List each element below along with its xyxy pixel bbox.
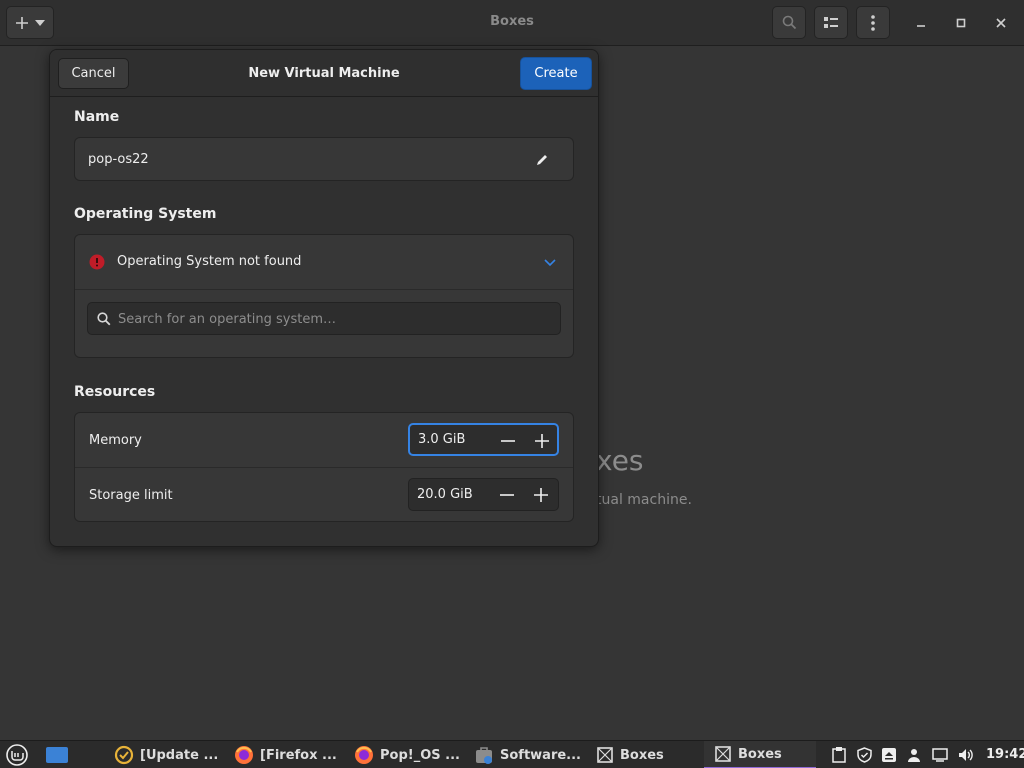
software-manager-icon bbox=[476, 747, 492, 764]
resources-section-label: Resources bbox=[74, 384, 156, 400]
tray-user[interactable] bbox=[905, 746, 923, 764]
eject-icon bbox=[882, 748, 896, 762]
error-icon bbox=[89, 254, 105, 270]
taskbar-item-update[interactable]: [Update ... bbox=[114, 741, 218, 768]
tray-eject[interactable] bbox=[880, 746, 898, 764]
taskbar-item-label: Boxes bbox=[738, 746, 782, 762]
os-status-row[interactable]: Operating System not found bbox=[75, 235, 573, 290]
dialog-header: Cancel New Virtual Machine Create bbox=[50, 50, 598, 97]
view-toggle-button[interactable] bbox=[814, 6, 848, 39]
close-button[interactable] bbox=[990, 12, 1012, 34]
memory-value[interactable]: 3.0 GiB bbox=[418, 432, 465, 447]
taskbar-item-label: Boxes bbox=[620, 747, 664, 763]
start-menu-button[interactable] bbox=[4, 743, 30, 767]
name-section-label: Name bbox=[74, 109, 120, 125]
os-status-text: Operating System not found bbox=[117, 254, 302, 269]
taskbar-item-label: [Update ... bbox=[140, 747, 219, 763]
tray-shield[interactable] bbox=[855, 746, 873, 764]
shield-icon bbox=[856, 747, 872, 763]
maximize-button[interactable] bbox=[950, 12, 972, 34]
storage-value[interactable]: 20.0 GiB bbox=[417, 487, 473, 502]
dialog-title: New Virtual Machine bbox=[248, 66, 400, 81]
storage-row: Storage limit 20.0 GiB bbox=[75, 468, 573, 522]
os-search-input[interactable]: Search for an operating system… bbox=[87, 302, 561, 335]
show-desktop-button[interactable] bbox=[46, 747, 68, 763]
memory-increase-button[interactable] bbox=[528, 429, 556, 453]
plus-icon bbox=[534, 488, 548, 502]
taskbar-item-popos[interactable]: Pop!_OS ... bbox=[354, 741, 460, 768]
mint-logo-icon bbox=[6, 744, 28, 766]
update-manager-icon bbox=[114, 745, 134, 765]
header-bar: Boxes bbox=[0, 0, 1024, 46]
firefox-icon bbox=[355, 746, 373, 764]
search-icon bbox=[782, 15, 796, 30]
resources-card: Memory 3.0 GiB Storage limit 20.0 GiB bbox=[74, 412, 574, 522]
boxes-icon bbox=[715, 746, 731, 762]
os-section-label: Operating System bbox=[74, 206, 217, 222]
memory-spinbutton[interactable]: 3.0 GiB bbox=[408, 423, 559, 456]
network-icon bbox=[932, 748, 948, 762]
empty-state-title: xes bbox=[596, 444, 644, 477]
taskbar-item-firefox[interactable]: [Firefox ... bbox=[234, 741, 337, 768]
new-vm-dialog: Cancel New Virtual Machine Create Name p… bbox=[49, 49, 599, 547]
taskbar-item-software[interactable]: Software... bbox=[474, 741, 581, 768]
minimize-button[interactable] bbox=[910, 12, 932, 34]
minus-icon bbox=[501, 440, 515, 442]
taskbar: [Update ... [Firefox ... Pop!_OS ... Sof… bbox=[0, 740, 1024, 768]
user-icon bbox=[908, 749, 920, 762]
storage-spinbutton[interactable]: 20.0 GiB bbox=[408, 478, 559, 511]
edit-name-button[interactable] bbox=[535, 152, 549, 171]
search-button[interactable] bbox=[772, 6, 806, 39]
memory-label: Memory bbox=[89, 433, 142, 448]
taskbar-item-boxes[interactable]: Boxes bbox=[596, 741, 664, 768]
empty-state-subtitle: tual machine. bbox=[596, 492, 692, 508]
firefox-icon bbox=[235, 746, 253, 764]
os-card: Operating System not found Search for an… bbox=[74, 234, 574, 358]
tray-network[interactable] bbox=[931, 746, 949, 764]
taskbar-item-label: Pop!_OS ... bbox=[380, 747, 460, 763]
chevron-down-icon bbox=[544, 259, 556, 267]
clock[interactable]: 19:42 bbox=[986, 747, 1024, 762]
pencil-icon bbox=[537, 155, 547, 165]
maximize-icon bbox=[956, 18, 966, 28]
os-search-placeholder: Search for an operating system… bbox=[118, 312, 336, 327]
list-view-icon bbox=[824, 16, 838, 28]
tray-volume[interactable] bbox=[957, 746, 975, 764]
volume-icon bbox=[959, 749, 973, 761]
clipboard-icon bbox=[832, 747, 846, 763]
main-menu-button[interactable] bbox=[856, 6, 890, 39]
create-button[interactable]: Create bbox=[520, 57, 592, 90]
name-field[interactable]: pop-os22 bbox=[74, 137, 574, 181]
minimize-icon bbox=[917, 25, 925, 27]
storage-label: Storage limit bbox=[89, 488, 173, 503]
storage-decrease-button[interactable] bbox=[493, 483, 521, 507]
storage-increase-button[interactable] bbox=[527, 483, 555, 507]
search-icon bbox=[97, 312, 111, 326]
taskbar-item-label: Software... bbox=[500, 747, 581, 763]
more-vertical-icon bbox=[871, 14, 875, 31]
name-value: pop-os22 bbox=[88, 152, 149, 167]
minus-icon bbox=[500, 494, 514, 496]
taskbar-item-label: [Firefox ... bbox=[260, 747, 337, 763]
taskbar-item-boxes-active[interactable]: Boxes bbox=[704, 741, 816, 768]
tray-clipboard[interactable] bbox=[830, 746, 848, 764]
memory-decrease-button[interactable] bbox=[494, 429, 522, 453]
close-icon bbox=[996, 18, 1006, 28]
plus-icon bbox=[535, 434, 549, 448]
boxes-icon bbox=[597, 747, 613, 763]
memory-row: Memory 3.0 GiB bbox=[75, 413, 573, 468]
